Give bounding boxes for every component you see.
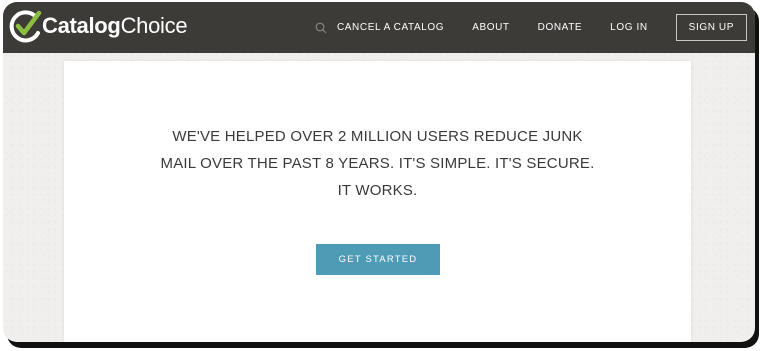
nav-link-about[interactable]: ABOUT <box>472 22 509 33</box>
hero-headline: WE'VE HELPED OVER 2 MILLION USERS REDUCE… <box>64 123 691 204</box>
nav-link-cancel-catalog[interactable]: CANCEL A CATALOG <box>337 22 444 33</box>
logo-wordmark: CatalogChoice <box>42 13 188 39</box>
headline-line: WE'VE HELPED OVER 2 MILLION USERS REDUCE… <box>172 128 583 145</box>
headline-line: MAIL OVER THE PAST 8 YEARS. IT'S SIMPLE.… <box>160 155 595 172</box>
main-nav: CANCEL A CATALOG ABOUT DONATE LOG IN SIG… <box>315 2 755 53</box>
logo-wordmark-light: Choice <box>120 13 188 38</box>
signup-button[interactable]: SIGN UP <box>675 14 747 41</box>
nav-link-login[interactable]: LOG IN <box>610 22 648 33</box>
catalogchoice-logo[interactable]: CatalogChoice <box>9 5 188 47</box>
headline-line: IT WORKS. <box>337 182 418 199</box>
browser-viewport: CatalogChoice CANCEL A CATALOG ABOUT DON… <box>3 2 755 342</box>
logo-check-icon <box>9 10 42 43</box>
cancel-catalog-search[interactable]: CANCEL A CATALOG <box>315 22 444 34</box>
nav-link-donate[interactable]: DONATE <box>538 22 583 33</box>
top-navbar: CatalogChoice CANCEL A CATALOG ABOUT DON… <box>3 2 755 53</box>
search-icon <box>315 22 327 33</box>
get-started-button[interactable]: GET STARTED <box>316 244 440 275</box>
logo-wordmark-bold: Catalog <box>42 13 121 38</box>
hero-card: WE'VE HELPED OVER 2 MILLION USERS REDUCE… <box>64 61 691 342</box>
